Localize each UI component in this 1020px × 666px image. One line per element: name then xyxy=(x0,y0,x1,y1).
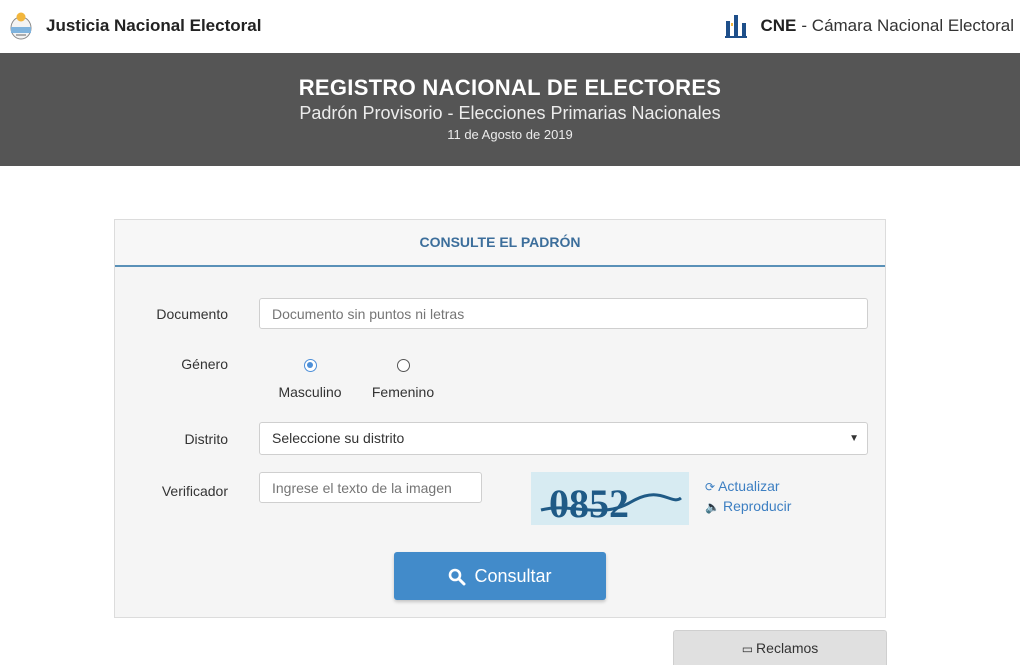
cne-abbr: CNE xyxy=(760,16,797,35)
page-banner: REGISTRO NACIONAL DE ELECTORES Padrón Pr… xyxy=(0,53,1020,166)
verificador-input[interactable] xyxy=(259,472,482,503)
reclamos-label: Reclamos xyxy=(756,640,819,656)
captcha-text: 0852 xyxy=(549,481,629,525)
captcha-refresh-link[interactable]: ⟳ Actualizar xyxy=(705,478,791,494)
refresh-icon: ⟳ xyxy=(705,480,716,494)
radio-femenino[interactable] xyxy=(396,359,410,372)
banner-title: REGISTRO NACIONAL DE ELECTORES xyxy=(298,75,722,100)
captcha-links: ⟳ Actualizar 🔈 Reproducir xyxy=(705,478,791,518)
consulta-panel: CONSULTE EL PADRÓN Documento Género Masc… xyxy=(114,219,886,618)
cne-name: - Cámara Nacional Electoral xyxy=(801,16,1014,35)
audio-label: Reproducir xyxy=(722,498,792,514)
distrito-select[interactable]: Seleccione su distrito ▼ xyxy=(259,422,868,455)
documento-label: Documento xyxy=(156,306,228,322)
captcha-audio-link[interactable]: 🔈 Reproducir xyxy=(705,498,791,514)
distrito-label: Distrito xyxy=(184,431,228,447)
cne-logo-icon xyxy=(724,15,747,38)
radio-masculino[interactable] xyxy=(303,359,317,372)
radio-label-masculino: Masculino xyxy=(278,384,342,400)
banner-subtitle: Padrón Provisorio - Elecciones Primarias… xyxy=(299,103,721,123)
distrito-selected: Seleccione su distrito xyxy=(272,430,405,446)
inbox-icon: ▭ xyxy=(741,642,754,656)
radio-label-femenino: Femenino xyxy=(371,384,435,400)
top-bar: Justicia Nacional Electoral CNE - Cámara… xyxy=(0,0,1020,53)
radio-option-femenino[interactable]: Femenino xyxy=(363,359,443,400)
site-title: Justicia Nacional Electoral xyxy=(46,16,262,35)
verificador-label: Verificador xyxy=(161,483,228,499)
volume-icon: 🔈 xyxy=(705,500,720,514)
brand-left[interactable]: Justicia Nacional Electoral xyxy=(8,11,261,41)
national-seal-icon xyxy=(10,12,32,40)
documento-input[interactable] xyxy=(259,298,868,329)
consultar-label: Consultar xyxy=(474,566,552,586)
brand-right[interactable]: CNE - Cámara Nacional Electoral xyxy=(723,13,1014,39)
reclamos-button[interactable]: ▭ Reclamos xyxy=(673,630,887,665)
genero-label: Género xyxy=(181,356,228,372)
caret-down-icon: ▼ xyxy=(849,433,859,444)
refresh-label: Actualizar xyxy=(718,478,780,494)
captcha-image: 0852 xyxy=(531,472,689,526)
consultar-button[interactable]: Consultar xyxy=(394,552,606,600)
radio-option-masculino[interactable]: Masculino xyxy=(270,359,350,400)
captcha-graphic: 0852 xyxy=(540,481,682,526)
panel-heading: CONSULTE EL PADRÓN xyxy=(115,220,885,267)
banner-date: 11 de Agosto de 2019 xyxy=(447,127,573,142)
search-icon xyxy=(449,568,466,586)
